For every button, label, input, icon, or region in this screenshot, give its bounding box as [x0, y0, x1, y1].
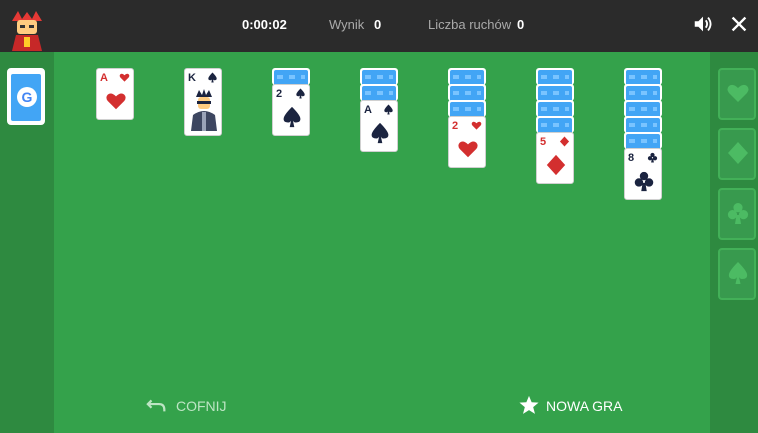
- diamond-large-icon: [546, 154, 566, 176]
- moves-label: Liczba ruchów: [428, 17, 512, 32]
- close-icon[interactable]: [728, 13, 750, 35]
- face-down-card: [360, 68, 398, 85]
- face-down-card: [624, 100, 662, 117]
- face-down-card: [272, 68, 310, 85]
- score-value: 0: [374, 17, 382, 32]
- card-a-spades[interactable]: A: [360, 100, 398, 152]
- foundation-heart[interactable]: [718, 68, 756, 120]
- spade-icon: [728, 262, 748, 284]
- card-rank: A: [100, 72, 108, 84]
- face-down-card: [360, 84, 398, 101]
- score-label: Wynik: [329, 17, 365, 32]
- player-avatar-icon: [12, 11, 42, 51]
- card-rank: 5: [540, 136, 547, 148]
- heart-large-icon: [458, 141, 478, 158]
- card-rank: K: [188, 72, 196, 84]
- diamond-icon: [559, 136, 570, 147]
- card-rank: 2: [276, 88, 283, 100]
- face-down-card: [624, 132, 662, 149]
- face-down-card: [448, 84, 486, 101]
- card-2-hearts[interactable]: 2: [448, 116, 486, 168]
- foundation-spade[interactable]: [718, 248, 756, 300]
- heart-icon: [471, 121, 482, 130]
- foundation-club[interactable]: [718, 188, 756, 240]
- game-timer: 0:00:02: [242, 17, 287, 32]
- spade-large-icon: [283, 106, 301, 128]
- stock-pile[interactable]: G: [7, 68, 45, 125]
- card-a-hearts[interactable]: A: [96, 68, 134, 120]
- moves-value: 0: [517, 17, 525, 32]
- card-rank: 8: [628, 152, 635, 164]
- spade-icon: [384, 104, 393, 115]
- spade-large-icon: [371, 122, 389, 144]
- volume-icon[interactable]: [692, 13, 714, 35]
- club-large-icon: [634, 171, 654, 192]
- card-rank: A: [364, 104, 372, 116]
- spade-icon: [208, 72, 217, 83]
- new-game-label: NOWA GRA: [546, 398, 623, 414]
- face-down-card: [448, 68, 486, 85]
- top-bar: 0:00:02 Wynik 0 Liczba ruchów 0: [0, 0, 758, 52]
- google-logo: G: [17, 87, 37, 107]
- spade-icon: [296, 88, 305, 99]
- card-5-diamonds[interactable]: 5: [536, 132, 574, 184]
- card-rank: 2: [452, 120, 459, 132]
- heart-icon: [727, 84, 749, 102]
- card-2-spades[interactable]: 2: [272, 84, 310, 136]
- face-down-card: [536, 116, 574, 133]
- face-down-card: [624, 68, 662, 85]
- face-down-card: [624, 84, 662, 101]
- face-down-card: [536, 68, 574, 85]
- king-figure-icon: [191, 89, 217, 131]
- heart-large-icon: [106, 93, 126, 110]
- heart-icon: [119, 73, 130, 82]
- face-down-card: [448, 100, 486, 117]
- star-icon: [519, 395, 539, 414]
- diamond-icon: [728, 142, 748, 164]
- club-icon: [647, 152, 658, 163]
- foundation-diamond[interactable]: [718, 128, 756, 180]
- card-k-spades[interactable]: K: [184, 68, 222, 136]
- face-down-card: [624, 116, 662, 133]
- undo-icon: [146, 399, 166, 412]
- face-down-card: [536, 100, 574, 117]
- face-down-card: [536, 84, 574, 101]
- card-8-clubs[interactable]: 8: [624, 148, 662, 200]
- undo-label: COFNIJ: [176, 398, 227, 414]
- club-icon: [727, 203, 749, 224]
